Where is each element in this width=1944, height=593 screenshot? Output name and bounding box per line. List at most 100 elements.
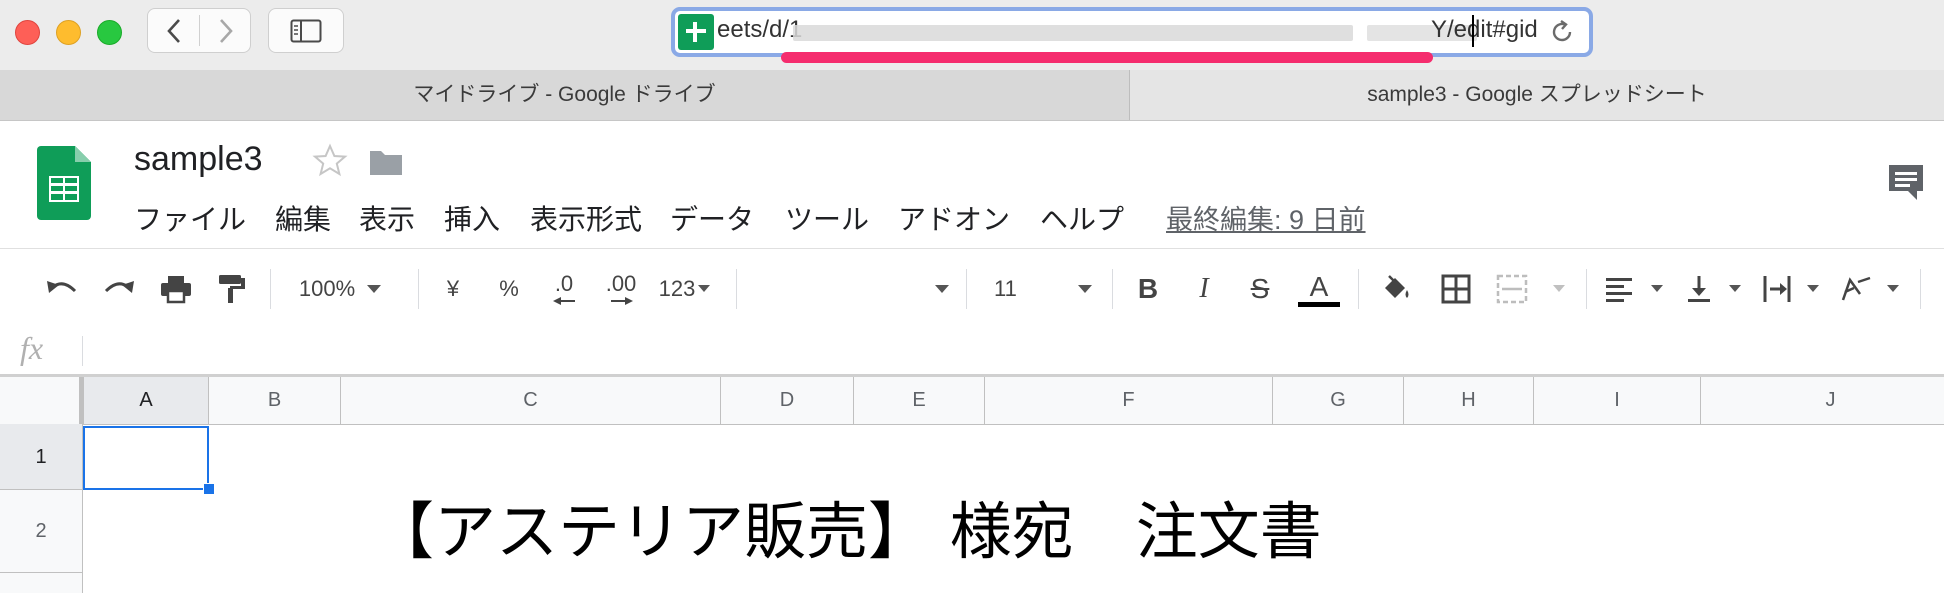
italic-button[interactable]: I bbox=[1186, 269, 1222, 309]
tab-label: sample3 - Google スプレッドシート bbox=[1367, 83, 1707, 106]
zoom-window-button[interactable] bbox=[97, 20, 122, 45]
dropdown-arrow-icon bbox=[698, 285, 711, 292]
column-header-i[interactable]: I bbox=[1534, 377, 1701, 424]
undo-button[interactable] bbox=[42, 269, 82, 309]
paint-bucket-icon bbox=[1385, 275, 1409, 298]
font-family-select[interactable] bbox=[745, 269, 955, 309]
tab-google-drive[interactable]: マイドライブ - Google ドライブ bbox=[0, 70, 1130, 120]
strikethrough-button[interactable]: S bbox=[1242, 269, 1278, 309]
reload-icon bbox=[1552, 20, 1572, 42]
sidebar-icon bbox=[290, 19, 322, 42]
column-header-b[interactable]: B bbox=[209, 377, 341, 424]
column-header-a[interactable]: A bbox=[84, 377, 209, 424]
text-wrapping-button[interactable] bbox=[1762, 269, 1822, 309]
more-formats-button[interactable]: 123 bbox=[654, 269, 718, 309]
column-header-row: A B C D E F G H I J bbox=[0, 377, 1944, 425]
chevron-left-icon bbox=[167, 18, 180, 43]
url-text-end: Y/edit#gid bbox=[1431, 16, 1538, 43]
row-header-2[interactable]: 2 bbox=[0, 490, 83, 573]
fill-color-button[interactable] bbox=[1378, 269, 1416, 309]
menu-help[interactable]: ヘルプ bbox=[1040, 198, 1124, 238]
url-highlight-underline bbox=[781, 52, 1433, 63]
zoom-select[interactable]: 100% bbox=[290, 269, 400, 309]
bold-button[interactable]: B bbox=[1130, 269, 1166, 309]
redo-button[interactable] bbox=[99, 269, 139, 309]
column-header-e[interactable]: E bbox=[854, 377, 985, 424]
move-folder-button[interactable] bbox=[368, 147, 404, 182]
menu-data[interactable]: データ bbox=[670, 198, 754, 238]
text-rotation-button[interactable] bbox=[1840, 269, 1902, 309]
zoom-value: 100% bbox=[298, 276, 356, 301]
tab-sample3-sheets[interactable]: sample3 - Google スプレッドシート bbox=[1130, 70, 1944, 120]
column-header-g[interactable]: G bbox=[1273, 377, 1404, 424]
menu-format[interactable]: 表示形式 bbox=[530, 198, 642, 238]
sheets-cross-icon bbox=[686, 22, 706, 42]
star-icon bbox=[312, 143, 348, 177]
text-color-swatch bbox=[1298, 301, 1340, 307]
paint-format-icon bbox=[219, 275, 245, 303]
column-header-j[interactable]: J bbox=[1701, 377, 1944, 424]
borders-button[interactable] bbox=[1436, 269, 1476, 309]
format-percent-button[interactable]: % bbox=[493, 269, 525, 309]
menu-file[interactable]: ファイル bbox=[134, 198, 246, 238]
vertical-align-button[interactable] bbox=[1686, 269, 1744, 309]
menu-addons[interactable]: アドオン bbox=[898, 198, 1010, 238]
column-header-h[interactable]: H bbox=[1404, 377, 1534, 424]
forward-button[interactable] bbox=[200, 9, 252, 52]
undo-icon bbox=[47, 281, 77, 293]
sidebar-toggle-button[interactable] bbox=[268, 8, 344, 53]
comments-button[interactable] bbox=[1886, 162, 1926, 207]
print-button[interactable] bbox=[156, 269, 196, 309]
increase-decimal-button[interactable]: .00 bbox=[598, 269, 644, 309]
row-header-3[interactable] bbox=[0, 573, 83, 593]
paint-format-button[interactable] bbox=[212, 269, 252, 309]
address-bar[interactable]: eets/d/1 Y/edit#gid bbox=[671, 7, 1593, 57]
menu-tools[interactable]: ツール bbox=[785, 198, 869, 238]
selected-cell-a1[interactable] bbox=[83, 426, 209, 490]
font-size-value: 11 bbox=[994, 276, 1017, 301]
horizontal-align-button[interactable] bbox=[1604, 269, 1666, 309]
close-window-button[interactable] bbox=[15, 20, 40, 45]
document-title[interactable]: sample3 bbox=[134, 140, 263, 179]
formula-bar: fx bbox=[0, 328, 1944, 377]
text-color-button[interactable]: A bbox=[1296, 269, 1342, 309]
text-wrap-icon bbox=[1763, 276, 1791, 302]
menu-edit[interactable]: 編集 bbox=[275, 198, 331, 238]
minimize-window-button[interactable] bbox=[56, 20, 81, 45]
merge-cells-icon bbox=[1496, 274, 1528, 304]
sheets-home-logo[interactable] bbox=[37, 146, 91, 220]
browser-toolbar: eets/d/1 Y/edit#gid bbox=[0, 0, 1944, 71]
dropdown-arrow-icon bbox=[1553, 285, 1565, 292]
column-header-f[interactable]: F bbox=[985, 377, 1273, 424]
font-size-select[interactable]: 11 bbox=[978, 269, 1098, 309]
formula-input[interactable] bbox=[90, 332, 1930, 370]
decrease-decimal-label: .0 bbox=[554, 271, 574, 296]
menu-insert[interactable]: 挿入 bbox=[444, 198, 500, 238]
sheets-favicon bbox=[678, 14, 714, 50]
select-all-corner[interactable] bbox=[0, 377, 84, 424]
align-left-icon bbox=[1606, 278, 1632, 302]
row-header-1[interactable]: 1 bbox=[0, 424, 83, 490]
last-edit-link[interactable]: 最終編集: 9 日前 bbox=[1166, 198, 1366, 237]
format-currency-button[interactable]: ¥ bbox=[437, 269, 469, 309]
back-forward-group bbox=[147, 8, 251, 53]
column-header-d[interactable]: D bbox=[721, 377, 854, 424]
folder-icon bbox=[370, 151, 402, 175]
text-color-glyph: A bbox=[1309, 270, 1329, 302]
column-header-c[interactable]: C bbox=[341, 377, 721, 424]
reload-button[interactable] bbox=[1545, 15, 1579, 49]
tab-label: マイドライブ - Google ドライブ bbox=[413, 83, 716, 106]
decrease-decimal-button[interactable]: .0 bbox=[544, 269, 584, 309]
merge-cells-button[interactable] bbox=[1496, 269, 1568, 309]
more-formats-label: 123 bbox=[658, 276, 696, 301]
menu-view[interactable]: 表示 bbox=[359, 198, 415, 238]
url-redacted-blur bbox=[793, 25, 1353, 41]
star-button[interactable] bbox=[312, 143, 348, 184]
dropdown-arrow-icon bbox=[1807, 285, 1819, 292]
dropdown-arrow-icon bbox=[1078, 285, 1092, 293]
fill-handle[interactable] bbox=[203, 483, 215, 495]
redo-icon bbox=[104, 281, 134, 293]
comment-icon bbox=[1889, 165, 1923, 200]
back-button[interactable] bbox=[148, 9, 200, 52]
formatting-toolbar: 100% ¥ % .0 .00 123 11 B I S A bbox=[0, 248, 1944, 330]
